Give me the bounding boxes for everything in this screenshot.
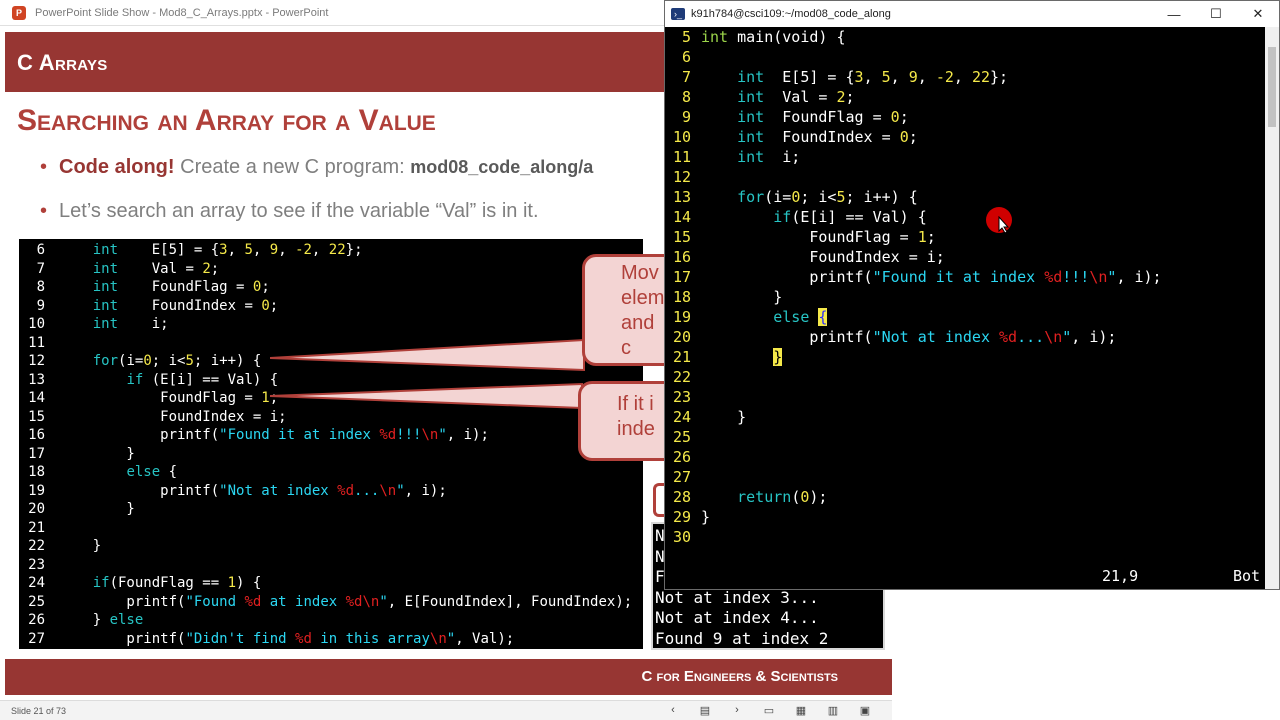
vim-line: 19 else { [672, 308, 828, 326]
desktop-blank [892, 590, 1280, 720]
maximize-button[interactable]: ☐ [1195, 1, 1237, 27]
vim-statusline: 21,9 Bot [665, 567, 1265, 587]
vim-line: 14 if(E[i] == Val) { [672, 208, 927, 226]
vim-line: 23 [672, 388, 691, 406]
vim-line: 12 [672, 168, 691, 186]
slide-sorter-icon[interactable]: ▤ [696, 704, 714, 717]
code-line: 16 printf("Found it at index %d!!!\n", i… [28, 427, 489, 443]
vim-line: 13 for(i=0; i<5; i++) { [672, 188, 918, 206]
vim-line: 20 printf("Not at index %d...\n", i); [672, 328, 1117, 346]
vim-line: 22 [672, 368, 691, 386]
vim-line: 25 [672, 428, 691, 446]
vim-line: 11 int i; [672, 148, 801, 166]
ppt-titlebar: P PowerPoint Slide Show - Mod8_C_Arrays.… [0, 0, 664, 26]
close-button[interactable]: ✕ [1237, 1, 1279, 27]
slide-footer: C for Engineers & Scientists [5, 659, 892, 695]
bullet-dot: • [40, 200, 48, 222]
code-line: 23 [28, 556, 45, 573]
status-controls: ‹ ▤ › ▭ ▦ ▥ ▣ [664, 704, 874, 717]
vim-line: 8 int Val = 2; [681, 88, 855, 106]
terminal-icon: ›_ [671, 8, 685, 20]
bullet-text: Let’s search an array to see if the vari… [59, 200, 539, 222]
ppt-window-title: PowerPoint Slide Show - Mod8_C_Arrays.pp… [35, 6, 329, 19]
bullet-code-along: • Code along! Create a new C program: mod… [40, 156, 593, 179]
code-line: 27 printf("Didn't find %d in this array\… [28, 630, 515, 647]
bullet-dot: • [40, 156, 48, 178]
bullet-search: • Let’s search an array to see if the var… [40, 200, 539, 223]
output-line: Not at index 3... [655, 587, 819, 607]
callout-pointer [270, 338, 585, 410]
slide-header-title: C Arrays [17, 50, 108, 75]
terminal-title: k91h784@csci109:~/mod08_code_along [691, 8, 891, 20]
vim-line: 26 [672, 448, 691, 466]
grid-view-icon[interactable]: ▦ [792, 704, 810, 717]
vim-line: 27 [672, 468, 691, 486]
bullet-text: Create a new C program: [174, 156, 411, 178]
vim-editor[interactable]: 5 int main(void) { 6 7 int E[5] = {3, 5, 9,… [665, 27, 1265, 587]
vim-line: 7 int E[5] = {3, 5, 9, -2, 22}; [681, 68, 1009, 86]
minimize-button[interactable]: — [1153, 1, 1195, 27]
vim-line: 29} [672, 508, 711, 526]
vim-line: 21 } [672, 348, 783, 366]
code-line: 20 } [28, 501, 135, 517]
bullet-strong: Code along! [59, 156, 175, 178]
code-line: 26 } else [28, 612, 144, 628]
code-line: 8 int FoundFlag = 0; [36, 279, 270, 295]
code-line: 9 int FoundIndex = 0; [36, 297, 279, 314]
vim-cursor-position: 21,9 [1102, 567, 1139, 585]
vim-line: 18 } [672, 288, 783, 306]
output-line: Not at index 4... [655, 608, 819, 627]
slideshow-icon[interactable]: ▣ [856, 704, 874, 717]
code-line: 21 [28, 519, 45, 536]
vim-line: 10 int FoundIndex = 0; [672, 128, 918, 146]
vim-line: 15 FoundFlag = 1; [672, 228, 936, 246]
slide-title: Searching an Array for a Value [17, 104, 436, 137]
prev-slide-icon[interactable]: ‹ [664, 704, 682, 717]
powerpoint-icon: P [12, 5, 26, 20]
mouse-cursor-icon [998, 216, 1010, 234]
terminal-titlebar[interactable]: ›_ k91h784@csci109:~/mod08_code_along — … [665, 1, 1279, 27]
code-line: 22 } [28, 538, 102, 554]
slide-counter: Slide 21 of 73 [11, 705, 67, 716]
terminal-scrollbar[interactable] [1265, 27, 1279, 589]
vim-line: 5 int main(void) { [681, 28, 846, 46]
output-line: Found 9 at index 2 [655, 628, 829, 648]
vim-scroll-indicator: Bot [1233, 567, 1261, 585]
bullet-path: mod08_code_along/a [410, 157, 594, 177]
code-line: 7 int Val = 2; [36, 260, 220, 277]
code-line: 10 int i; [28, 316, 169, 332]
vim-line: 28 return(0); [672, 488, 828, 506]
vim-line: 30 [672, 528, 691, 546]
scrollbar-thumb[interactable] [1268, 47, 1276, 127]
vim-line: 24 } [672, 408, 747, 426]
terminal-window[interactable]: ›_ k91h784@csci109:~/mod08_code_along — … [664, 0, 1280, 590]
code-line: 25 printf("Found %d at index %d\n", E[Fo… [28, 593, 633, 610]
vim-line: 6 [681, 48, 691, 66]
code-line: 18 else { [28, 464, 178, 480]
ppt-statusbar: Slide 21 of 73 ‹ ▤ › ▭ ▦ ▥ ▣ [0, 700, 892, 720]
vim-line: 9 int FoundFlag = 0; [681, 108, 909, 126]
reading-view-icon[interactable]: ▥ [824, 704, 842, 717]
code-line: 19 printf("Not at index %d...\n", i); [28, 482, 447, 499]
vim-line: 16 FoundIndex = i; [672, 248, 945, 266]
code-line: 17 } [28, 445, 135, 462]
slide-code-panel: 6 int E[5] = {3, 5, 9, -2, 22}; 7 int Val… [19, 239, 643, 649]
code-line: 6 int E[5] = {3, 5, 9, -2, 22}; [36, 242, 363, 258]
normal-view-icon[interactable]: ▭ [760, 704, 778, 717]
next-slide-icon[interactable]: › [728, 704, 746, 717]
vim-line: 17 printf("Found it at index %d!!!\n", i… [672, 268, 1162, 286]
code-line: 24 if(FoundFlag == 1) { [28, 575, 262, 591]
